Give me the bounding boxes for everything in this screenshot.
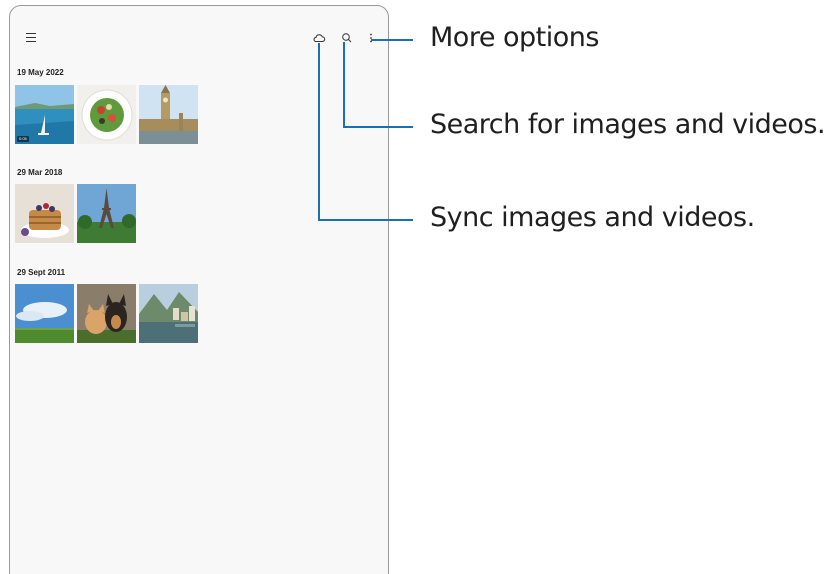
sync-callout-line-vertical xyxy=(318,43,320,221)
group-date: 29 Sept 2011 xyxy=(17,268,66,277)
thumbnail-cat-and-dog[interactable] xyxy=(77,284,136,343)
thumbnail-salad-plate[interactable] xyxy=(77,85,136,144)
thumbnail-eiffel-tower[interactable] xyxy=(77,184,136,243)
sync-callout-line-horizontal xyxy=(318,219,413,221)
callout-search: Search for images and videos. xyxy=(430,109,826,140)
photo-row xyxy=(15,184,136,243)
thumbnail-sky-field[interactable] xyxy=(15,284,74,343)
photo-row xyxy=(15,284,198,343)
thumbnail-big-ben-london[interactable] xyxy=(139,85,198,144)
search-callout-line-horizontal xyxy=(343,126,413,128)
photo-row: 0:05 xyxy=(15,85,198,144)
more-options-callout-line xyxy=(371,39,413,41)
callout-more-options: More options xyxy=(430,22,599,53)
thumbnail-sea-sailboat[interactable]: 0:05 xyxy=(15,85,74,144)
gallery-screen: 19 May 2022 0:05 29 Mar 2018 29 Sept 201… xyxy=(9,5,389,574)
hamburger-menu-icon[interactable] xyxy=(26,33,36,42)
search-callout-line-vertical xyxy=(343,42,345,128)
group-date: 29 Mar 2018 xyxy=(17,168,63,177)
thumbnail-lakeside-village[interactable] xyxy=(139,284,198,343)
toolbar xyxy=(10,6,388,66)
thumbnail-pancakes-berries[interactable] xyxy=(15,184,74,243)
callout-sync: Sync images and videos. xyxy=(430,202,755,233)
group-date: 19 May 2022 xyxy=(17,68,64,77)
more-vertical-icon[interactable] xyxy=(364,31,378,45)
video-duration-badge: 0:05 xyxy=(17,136,29,142)
